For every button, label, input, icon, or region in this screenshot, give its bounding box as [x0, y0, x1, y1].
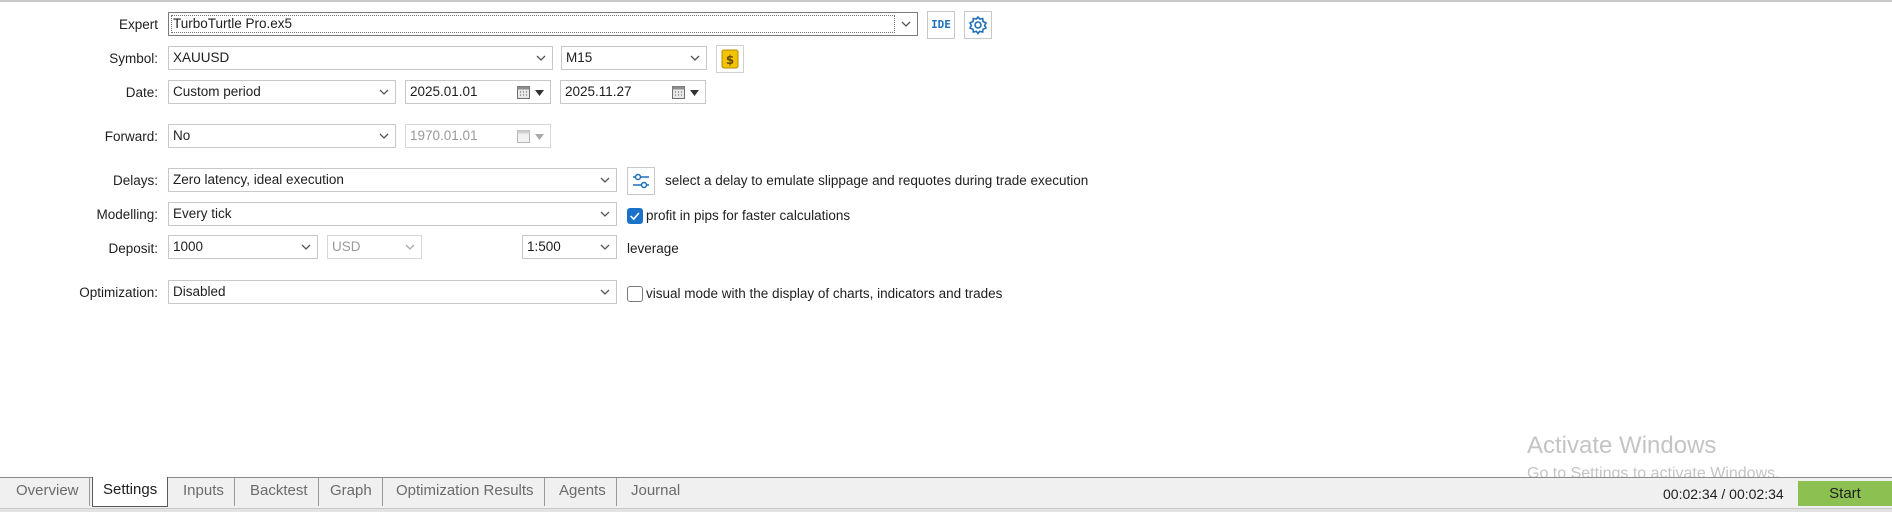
deposit-amount-select[interactable]: 1000 [168, 235, 318, 259]
symbol-value: XAUUSD [173, 50, 230, 65]
top-border [0, 0, 1892, 2]
leverage-select[interactable]: 1:500 [522, 235, 617, 259]
tab-overview[interactable]: Overview [6, 478, 90, 506]
delays-value: Zero latency, ideal execution [173, 172, 344, 187]
expert-select[interactable]: TurboTurtle Pro.ex5 [168, 12, 918, 36]
dropdown-triangle-icon [535, 134, 544, 140]
delays-label: Delays: [112, 173, 158, 188]
expert-value: TurboTurtle Pro.ex5 [173, 16, 293, 31]
calendar-icon [517, 86, 530, 99]
date-period-select[interactable]: Custom period [168, 80, 396, 104]
chevron-down-icon [600, 177, 610, 183]
forward-date-picker[interactable]: 1970.01.01 [405, 124, 551, 148]
expert-settings-button[interactable] [964, 11, 992, 39]
optimization-select[interactable]: Disabled [168, 280, 617, 304]
date-from-value: 2025.01.01 [410, 84, 478, 99]
chevron-down-icon [379, 89, 389, 95]
expert-label: Expert [118, 17, 158, 32]
calendar-icon [672, 86, 685, 99]
checkmark-icon [630, 212, 640, 221]
dropdown-triangle-icon [690, 90, 699, 96]
chevron-down-icon [301, 244, 311, 250]
date-to-picker[interactable]: 2025.11.27 [560, 80, 706, 104]
chevron-down-icon [901, 21, 911, 27]
delays-select[interactable]: Zero latency, ideal execution [168, 168, 617, 192]
visual-mode-label: visual mode with the display of charts, … [646, 286, 1003, 301]
delay-settings-icon [633, 173, 649, 189]
delay-settings-button[interactable] [627, 167, 655, 195]
symbol-properties-dollar-icon: $ [721, 49, 739, 69]
svg-text:$: $ [726, 53, 734, 67]
symbol-properties-button[interactable]: $ [716, 45, 744, 73]
tab-backtest[interactable]: Backtest [240, 478, 319, 506]
tab-graph[interactable]: Graph [320, 478, 383, 506]
timeframe-value: M15 [566, 50, 593, 65]
leverage-value: 1:500 [527, 239, 561, 254]
date-to-value: 2025.11.27 [565, 84, 632, 99]
forward-date-value: 1970.01.01 [410, 128, 478, 143]
optimization-value: Disabled [173, 284, 226, 299]
elapsed-timer: 00:02:34 / 00:02:34 [1663, 486, 1784, 502]
leverage-label: leverage [627, 241, 679, 256]
calendar-icon [517, 130, 530, 143]
visual-mode-checkbox[interactable] [627, 286, 643, 302]
date-from-picker[interactable]: 2025.01.01 [405, 80, 551, 104]
activate-windows-title: Activate Windows [1527, 432, 1717, 459]
tab-agents[interactable]: Agents [549, 478, 617, 506]
timeframe-select[interactable]: M15 [561, 46, 707, 70]
profit-in-pips-checkbox[interactable] [627, 208, 643, 224]
profit-in-pips-label: profit in pips for faster calculations [646, 208, 851, 223]
chevron-down-icon [379, 133, 389, 139]
tab-journal[interactable]: Journal [621, 478, 690, 506]
start-button[interactable]: Start [1798, 481, 1892, 506]
forward-label: Forward: [104, 129, 158, 144]
date-period-value: Custom period [173, 84, 261, 99]
symbol-label: Symbol: [109, 51, 158, 66]
deposit-currency-value: USD [332, 239, 361, 254]
chevron-down-icon [690, 55, 700, 61]
forward-select[interactable]: No [168, 124, 396, 148]
tab-settings[interactable]: Settings [92, 477, 169, 507]
chevron-down-icon [405, 244, 415, 250]
chevron-down-icon [600, 211, 610, 217]
deposit-currency-select[interactable]: USD [327, 235, 422, 259]
optimization-label: Optimization: [79, 285, 158, 300]
tab-inputs[interactable]: Inputs [173, 478, 235, 506]
forward-value: No [173, 128, 191, 143]
symbol-select[interactable]: XAUUSD [168, 46, 553, 70]
settings-gear-icon [968, 15, 988, 35]
modelling-label: Modelling: [96, 207, 158, 222]
date-label: Date: [125, 85, 158, 100]
dropdown-triangle-icon [535, 90, 544, 96]
chevron-down-icon [600, 244, 610, 250]
modelling-value: Every tick [173, 206, 232, 221]
deposit-amount-value: 1000 [173, 239, 204, 254]
ide-button[interactable]: IDE [927, 11, 955, 39]
deposit-label: Deposit: [108, 241, 158, 256]
tab-optimization-results[interactable]: Optimization Results [386, 478, 545, 506]
delays-hint: select a delay to emulate slippage and r… [665, 173, 1089, 188]
tab-bar-bottom-edge [0, 508, 1892, 512]
modelling-select[interactable]: Every tick [168, 202, 617, 226]
ide-icon: IDE [931, 18, 951, 31]
chevron-down-icon [536, 55, 546, 61]
chevron-down-icon [600, 289, 610, 295]
